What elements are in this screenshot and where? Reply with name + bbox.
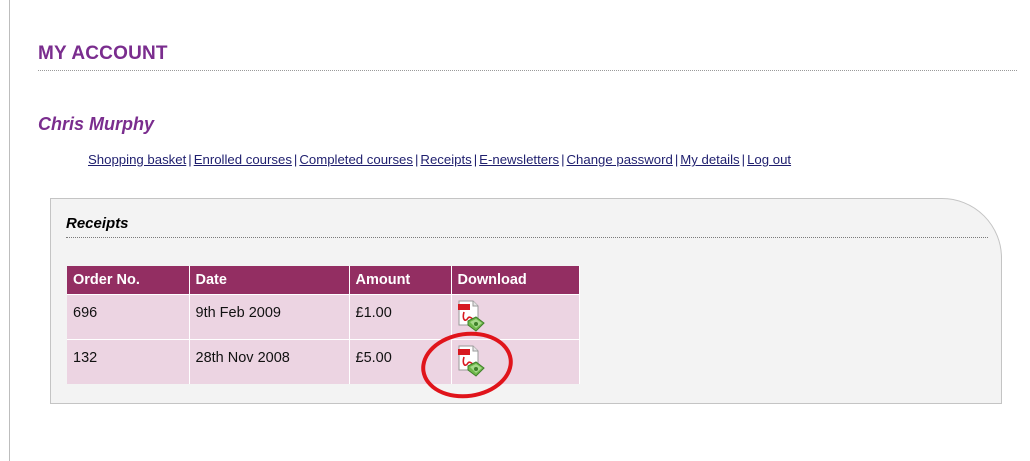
- column-header-date: Date: [189, 266, 350, 294]
- user-name: Chris Murphy: [38, 114, 155, 134]
- date-cell: 9th Feb 2009: [189, 293, 350, 339]
- account-nav: Shopping basket | Enrolled courses | Complet…: [88, 152, 791, 167]
- nav-separator: |: [188, 152, 192, 167]
- nav-link-completed-courses[interactable]: Completed courses: [299, 152, 413, 167]
- download-cell: [451, 338, 580, 384]
- page-title: MY ACCOUNT: [38, 43, 1017, 71]
- receipts-panel: Receipts Order No. Date Amount Download …: [50, 198, 1002, 404]
- nav-link-log-out[interactable]: Log out: [747, 152, 791, 167]
- table-row: 132 28th Nov 2008 £5.00: [67, 338, 580, 384]
- nav-separator: |: [741, 152, 746, 167]
- nav-link-e-newsletters[interactable]: E-newsletters: [479, 152, 559, 167]
- nav-link-receipts[interactable]: Receipts: [420, 152, 471, 167]
- nav-link-shopping-basket[interactable]: Shopping basket: [88, 152, 186, 167]
- order-number-cell: 696: [67, 293, 190, 339]
- left-border-rule: [9, 0, 10, 461]
- order-number-cell: 132: [67, 338, 190, 384]
- table-header-row: Order No. Date Amount Download: [67, 266, 580, 294]
- pdf-download-icon[interactable]: [456, 299, 486, 333]
- table-row: 696 9th Feb 2009 £1.00: [67, 293, 580, 339]
- receipts-table: Order No. Date Amount Download 696 9th F…: [67, 266, 580, 384]
- date-cell: 28th Nov 2008: [189, 338, 350, 384]
- nav-link-change-password[interactable]: Change password: [567, 152, 673, 167]
- receipts-panel-title: Receipts: [66, 215, 988, 238]
- column-header-amount: Amount: [349, 266, 452, 294]
- column-header-download: Download: [451, 266, 580, 294]
- nav-link-enrolled-courses[interactable]: Enrolled courses: [194, 152, 292, 167]
- nav-link-my-details[interactable]: My details: [680, 152, 739, 167]
- pdf-download-icon[interactable]: [456, 344, 486, 378]
- amount-cell: £5.00: [349, 338, 452, 384]
- column-header-order-no: Order No.: [67, 266, 190, 294]
- amount-cell: £1.00: [349, 293, 452, 339]
- download-cell: [451, 293, 580, 339]
- nav-separator: |: [561, 152, 565, 167]
